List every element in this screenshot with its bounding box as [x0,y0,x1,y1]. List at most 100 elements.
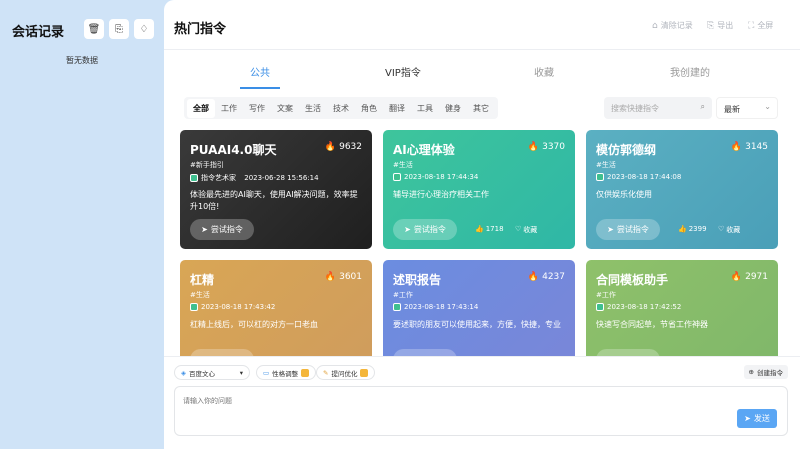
filter-fitness[interactable]: 健身 [439,99,467,118]
try-command-button[interactable]: ➤ 尝试指令 [596,219,660,240]
command-card[interactable]: PUAAI4.0聊天 🔥 9632 #新手指引 指令艺术家 2023-06-28 … [180,130,372,249]
card-date: 2023-08-18 17:42:52 [607,303,682,311]
model-select[interactable]: ◈ 百度文心 ▾ [174,365,250,380]
optimize-label: 提问优化 [331,369,358,378]
command-card[interactable]: 述职报告 🔥 4237 #工作 2023-08-18 17:43:14 要述职的朋… [383,260,575,356]
card-meta: 指令艺术家 2023-06-28 15:56:14 [190,173,319,183]
filter-tech[interactable]: 技术 [327,99,355,118]
search-input[interactable]: 搜索快捷指令 ⌕ [604,97,712,119]
command-card[interactable]: 模仿郭德纲 🔥 3145 #生活 2023-08-18 17:44:08 仅供娱乐… [586,130,778,249]
filter-tools[interactable]: 工具 [411,99,439,118]
vip-badge [301,368,310,377]
avatar [190,174,198,182]
fire-icon: 🔥 [730,142,743,152]
card-desc: 杠精上线后，可以杠的对方一口老血 [190,320,318,329]
thumb-up-icon: 👍 [678,225,687,233]
card-tag: #工作 [596,291,616,299]
card-meta: 2023-08-18 17:44:34 [393,173,478,181]
like-button[interactable]: 👍 1718 [475,225,504,233]
favorite-label: 收藏 [726,226,741,234]
card-title: 合同模板助手 [596,273,669,287]
search-icon: ⌕ [700,102,705,111]
card-title: 杠精 [190,273,215,287]
clear-records-button[interactable]: ⌂ 清除记录 [652,20,693,31]
page-title: 热门指令 [174,22,227,37]
card-meta: 2023-08-18 17:43:14 [393,303,478,311]
try-command-button[interactable]: ➤ 尝试指令 [190,219,254,240]
card-date: 2023-08-18 17:44:08 [607,173,682,181]
personality-icon: ▭ [263,368,270,377]
views-count: 3370 [542,142,565,152]
tab-mine[interactable]: 我创建的 [670,64,710,79]
question-input[interactable] [174,386,788,436]
avatar [596,303,604,311]
command-card[interactable]: 合同模板助手 🔥 2971 #工作 2023-08-18 17:42:52 快速写… [586,260,778,356]
filter-role[interactable]: 角色 [355,99,383,118]
bulb-button[interactable]: ♢ [134,19,154,39]
favorite-button[interactable]: ♡ 收藏 [515,225,537,235]
sort-select[interactable]: 最新 ⌄ [716,97,778,119]
personality-tool-button[interactable]: ▭ 性格调整 [256,365,317,380]
filter-all[interactable]: 全部 [187,98,215,118]
export-label: 导出 [717,21,734,30]
header: 热门指令 ⌂ 清除记录 ⎘ 导出 ⛶ 全屏 [164,0,800,50]
avatar [393,173,401,181]
card-desc: 辅导进行心理治疗相关工作 [393,190,489,199]
card-date: 2023-08-18 17:43:14 [404,303,479,311]
send-label: 发送 [753,414,770,423]
model-icon: ◈ [181,368,186,377]
try-command-button[interactable] [393,349,457,356]
card-views: 🔥 3370 [528,142,565,152]
card-tag: #生活 [596,161,616,169]
card-title: AI心理体验 [393,143,455,157]
filter-life[interactable]: 生活 [299,99,327,118]
avatar [596,173,604,181]
command-grid: PUAAI4.0聊天 🔥 9632 #新手指引 指令艺术家 2023-06-28 … [180,130,800,356]
avatar [190,303,198,311]
try-command-button[interactable]: ➤ 尝试指令 [393,219,457,240]
card-title: PUAAI4.0聊天 [190,143,277,157]
favorite-label: 收藏 [523,226,538,234]
command-card[interactable]: 杠精 🔥 3601 #生活 2023-08-18 17:43:42 杠精上线后，可… [180,260,372,356]
likes-count: 2399 [688,225,707,233]
create-label: 创建指令 [757,369,783,377]
sort-value: 最新 [724,105,740,114]
filter-writing[interactable]: 写作 [243,99,271,118]
send-icon: ➤ [201,225,208,234]
vip-badge [360,368,369,377]
views-count: 4237 [542,272,565,282]
fire-icon: 🔥 [324,142,337,152]
send-button[interactable]: ➤ 发送 [737,409,777,428]
filter-translate[interactable]: 翻译 [383,99,411,118]
chevron-down-icon: ⌄ [764,102,771,111]
like-button[interactable]: 👍 2399 [678,225,707,233]
card-date: 2023-08-18 17:44:34 [404,173,479,181]
export-history-button[interactable]: ⎘ [109,19,129,39]
views-count: 9632 [339,142,362,152]
filter-work[interactable]: 工作 [215,99,243,118]
tab-favorites[interactable]: 收藏 [534,64,554,79]
avatar [393,303,401,311]
export-icon: ⎘ [115,23,123,35]
prompt-optimize-button[interactable]: ✎ 提问优化 [316,365,376,380]
favorite-button[interactable]: ♡ 收藏 [718,225,740,235]
fullscreen-button[interactable]: ⛶ 全屏 [748,20,773,31]
sidebar-title: 会话记录 [12,25,65,40]
export-button[interactable]: ⎘ 导出 [707,20,733,31]
card-tag: #新手指引 [190,161,224,169]
chevron-down-icon: ▾ [239,368,243,377]
tab-public[interactable]: 公共 [250,64,270,79]
command-card[interactable]: AI心理体验 🔥 3370 #生活 2023-08-18 17:44:34 辅导进… [383,130,575,249]
fire-icon: 🔥 [730,272,743,282]
clear-history-button[interactable]: 🗑 [84,19,104,39]
filter-other[interactable]: 其它 [467,99,495,118]
create-command-button[interactable]: ⊕ 创建指令 [743,365,788,379]
fullscreen-icon: ⛶ [748,20,755,31]
fire-icon: 🔥 [527,272,540,282]
export-icon: ⎘ [707,20,715,31]
filter-copy[interactable]: 文案 [271,99,299,118]
card-date: 2023-06-28 15:56:14 [244,174,319,182]
tab-vip[interactable]: VIP指令 [385,64,421,79]
try-command-button[interactable] [596,349,660,356]
try-command-button[interactable] [190,349,254,356]
